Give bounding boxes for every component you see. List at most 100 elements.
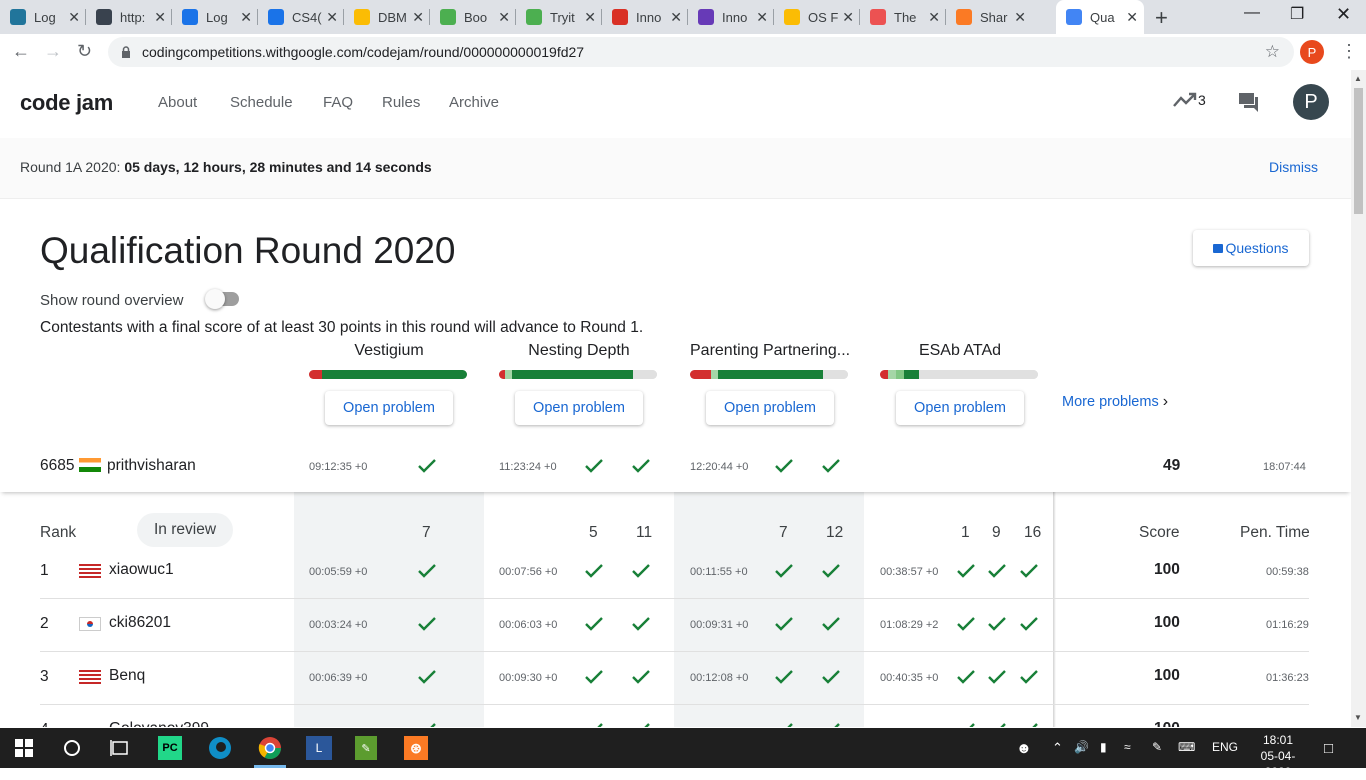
contestant-name[interactable]: cki86201 <box>109 614 171 632</box>
code-jam-logo[interactable]: code jam <box>20 90 113 116</box>
browser-tab[interactable]: Inno ✕ <box>688 0 774 34</box>
new-tab-button[interactable]: + <box>1155 5 1168 31</box>
score-header: Score <box>1139 524 1180 541</box>
notification-icon[interactable]: □ <box>1324 740 1333 757</box>
search-button[interactable] <box>60 736 84 760</box>
browser-tab[interactable]: CS4(✕ <box>258 0 344 34</box>
chrome-taskbar-icon[interactable] <box>257 736 283 760</box>
address-bar[interactable]: codingcompetitions.withgoogle.com/codeja… <box>108 37 1294 67</box>
scroll-up-icon[interactable]: ▲ <box>1354 74 1362 83</box>
browser-tab[interactable]: OS F ✕ <box>774 0 860 34</box>
battery-icon[interactable]: ▮ <box>1100 740 1107 754</box>
browser-tab[interactable]: Inno ✕ <box>602 0 688 34</box>
pen-icon[interactable]: ✎ <box>1152 740 1162 754</box>
page-scrollbar[interactable]: ▲ ▼ <box>1351 70 1366 727</box>
browser-tab[interactable]: DBM ✕ <box>344 0 430 34</box>
clock[interactable]: 18:01 05-04-2020 <box>1248 732 1308 780</box>
scroll-down-icon[interactable]: ▼ <box>1354 713 1362 722</box>
volume-icon[interactable]: 🔊 <box>1074 740 1089 754</box>
edge-taskbar-icon[interactable] <box>207 736 233 760</box>
clock-date: 05-04-2020 <box>1260 749 1296 779</box>
tray-expand-icon[interactable]: ⌃ <box>1052 740 1063 756</box>
nav-rules[interactable]: Rules <box>382 94 420 111</box>
open-problem-button[interactable]: Open problem <box>515 391 643 425</box>
wifi-icon[interactable]: ≈ <box>1124 740 1131 754</box>
notepadpp-taskbar-icon[interactable]: ✎ <box>355 736 377 760</box>
clock-time: 18:01 <box>1262 733 1294 747</box>
nav-faq[interactable]: FAQ <box>323 94 353 111</box>
close-tab-icon[interactable]: ✕ <box>670 9 682 26</box>
close-tab-icon[interactable]: ✕ <box>498 9 510 26</box>
contestant-name[interactable]: Benq <box>109 667 145 685</box>
keyboard-icon[interactable]: ⌨ <box>1178 740 1195 754</box>
problem-card: Nesting Depth Open problem <box>499 342 659 425</box>
browser-tab[interactable]: Shar ✕ <box>946 0 1032 34</box>
close-tab-icon[interactable]: ✕ <box>68 9 80 26</box>
check-icon <box>988 564 1006 578</box>
start-button[interactable] <box>12 736 36 760</box>
forward-button[interactable]: → <box>44 41 62 62</box>
restore-button[interactable]: ❐ <box>1290 4 1304 24</box>
browser-tab[interactable]: Log ✕ <box>0 0 86 34</box>
browser-tab[interactable]: Tryit ✕ <box>516 0 602 34</box>
browser-tab[interactable]: Boo ✕ <box>430 0 516 34</box>
browser-tab[interactable]: Qua ✕ <box>1056 0 1144 34</box>
tab-title: OS F <box>808 9 839 25</box>
nav-archive[interactable]: Archive <box>449 94 499 111</box>
problem-progress-bar <box>690 370 848 379</box>
browser-tab[interactable]: Log ✕ <box>172 0 258 34</box>
open-problem-button[interactable]: Open problem <box>706 391 834 425</box>
browser-profile-avatar[interactable]: P <box>1300 40 1324 64</box>
close-tab-icon[interactable]: ✕ <box>756 9 768 26</box>
task-view-button[interactable] <box>108 736 132 760</box>
penalty-cell: 01:36:23 <box>1266 672 1309 684</box>
close-tab-icon[interactable]: ✕ <box>928 9 940 26</box>
back-button[interactable]: ← <box>12 41 30 62</box>
rank-cell: 3 <box>40 668 49 685</box>
user-avatar[interactable]: P <box>1293 84 1329 120</box>
close-tab-icon[interactable]: ✕ <box>1126 9 1138 26</box>
reload-button[interactable]: ↻ <box>77 41 92 62</box>
dismiss-link[interactable]: Dismiss <box>1269 159 1318 175</box>
minimize-button[interactable]: — <box>1244 4 1260 22</box>
trending-button[interactable]: 3 <box>1173 92 1206 108</box>
xampp-taskbar-icon[interactable]: ⊛ <box>404 736 428 760</box>
close-tab-icon[interactable]: ✕ <box>1014 9 1026 26</box>
close-tab-icon[interactable]: ✕ <box>326 9 338 26</box>
check-icon <box>822 459 840 473</box>
close-tab-icon[interactable]: ✕ <box>240 9 252 26</box>
tab-title: DBM <box>378 9 407 25</box>
my-name[interactable]: prithvisharan <box>107 457 196 475</box>
close-tab-icon[interactable]: ✕ <box>584 9 596 26</box>
solve-time: 09:12:35 +0 <box>309 461 368 473</box>
scroll-thumb[interactable] <box>1354 88 1363 214</box>
in-review-toggle[interactable]: In review <box>137 513 233 547</box>
browser-tab[interactable]: http: ✕ <box>86 0 172 34</box>
more-problems-link[interactable]: More problems › <box>1062 393 1168 411</box>
questions-button[interactable]: Questions <box>1193 230 1309 266</box>
people-icon[interactable]: ☻ <box>1016 740 1032 757</box>
outlook-taskbar-icon[interactable]: L <box>306 736 332 760</box>
pycharm-taskbar-icon[interactable]: PC <box>158 736 182 760</box>
countdown-text: Round 1A 2020: 05 days, 12 hours, 28 min… <box>20 159 432 175</box>
forum-icon[interactable] <box>1238 92 1259 113</box>
penalty-cell: 01:16:29 <box>1266 619 1309 631</box>
bookmark-star-icon[interactable]: ☆ <box>1265 42 1280 62</box>
language-indicator[interactable]: ENG <box>1212 740 1238 754</box>
check-icon <box>787 723 793 727</box>
open-problem-button[interactable]: Open problem <box>325 391 453 425</box>
nav-about[interactable]: About <box>158 94 197 111</box>
close-tab-icon[interactable]: ✕ <box>412 9 424 26</box>
close-tab-icon[interactable]: ✕ <box>154 9 166 26</box>
check-icon <box>957 617 975 631</box>
open-problem-button[interactable]: Open problem <box>896 391 1024 425</box>
contestant-name[interactable]: Golovanov399 <box>109 720 209 727</box>
round-overview-toggle[interactable] <box>205 289 239 309</box>
browser-tab[interactable]: The ✕ <box>860 0 946 34</box>
contestant-name[interactable]: xiaowuc1 <box>109 561 174 579</box>
points-header: 9 <box>992 524 1001 541</box>
close-tab-icon[interactable]: ✕ <box>842 9 854 26</box>
nav-schedule[interactable]: Schedule <box>230 94 293 111</box>
browser-menu-icon[interactable]: ⋮ <box>1340 41 1358 62</box>
close-window-button[interactable]: ✕ <box>1336 4 1351 25</box>
